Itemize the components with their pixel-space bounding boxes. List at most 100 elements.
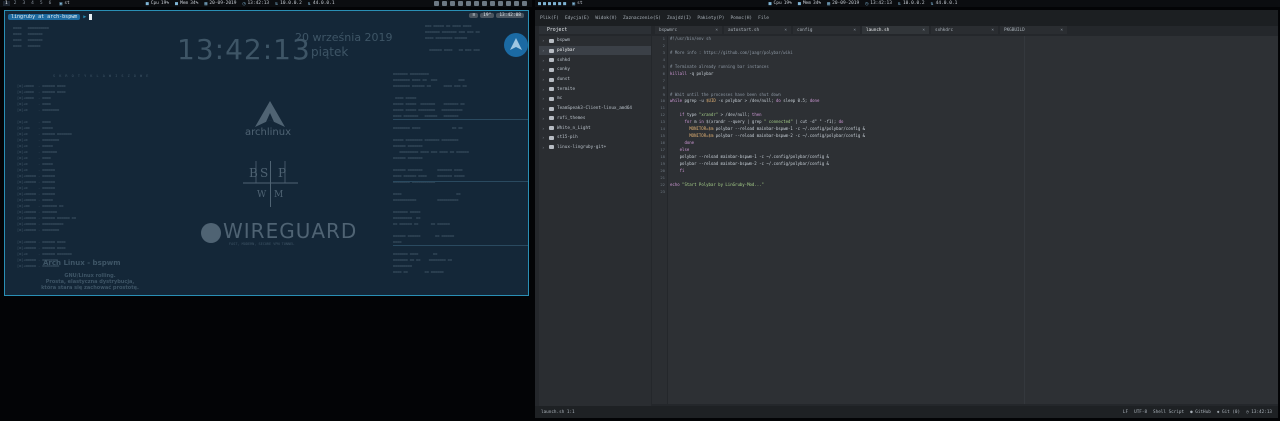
workspace-5[interactable]: 5: [38, 1, 45, 6]
editor-tab[interactable]: PKGBUILD ×: [1000, 26, 1067, 34]
code-token: for: [684, 119, 692, 125]
tree-item[interactable]: › st15-pih: [539, 133, 651, 143]
tray-icon[interactable]: [498, 1, 503, 6]
chevron-right-icon[interactable]: ›: [542, 58, 546, 63]
chevron-right-icon[interactable]: ›: [542, 116, 546, 121]
menu-edit[interactable]: Edycja(E): [564, 16, 590, 21]
tray-icon[interactable]: [466, 1, 471, 6]
close-icon[interactable]: ×: [1060, 28, 1063, 33]
menu-file[interactable]: Plik(F): [539, 16, 560, 21]
tree-item[interactable]: › conky: [539, 65, 651, 75]
chevron-right-icon[interactable]: ›: [542, 48, 546, 53]
editor-tab[interactable]: launch.sh ×: [862, 26, 929, 34]
workspace-4[interactable]: 4: [29, 1, 36, 6]
code-token: $UID: [706, 98, 716, 104]
tree-item[interactable]: › sxhkd: [539, 55, 651, 65]
tray-icon[interactable]: [514, 1, 519, 6]
line-number: 11: [660, 105, 665, 111]
code-line: polybar --reload mainbar-bspwm-2 -c ~/.c…: [668, 161, 1278, 168]
status-encoding[interactable]: UTF-8: [1134, 410, 1147, 415]
workspace-icon[interactable]: ■: [563, 1, 566, 7]
chevron-right-icon[interactable]: ›: [542, 38, 546, 43]
tree-item[interactable]: › termite: [539, 84, 651, 94]
tray-icon[interactable]: [490, 1, 495, 6]
code-token: echo: [670, 181, 680, 187]
close-icon[interactable]: ×: [784, 28, 787, 33]
tree-item[interactable]: › rofi_themes: [539, 114, 651, 124]
editor-tab[interactable]: autostart.sh ×: [724, 26, 791, 34]
close-icon[interactable]: ×: [853, 28, 856, 33]
clock-icon: ◷: [242, 0, 246, 7]
workspace-1[interactable]: 1: [3, 1, 10, 6]
code-token: done: [684, 140, 695, 146]
menu-help[interactable]: Pomoc(H): [729, 16, 753, 21]
menu-view[interactable]: Widok(V): [594, 16, 618, 21]
cpu-label: Cpu: [773, 1, 782, 6]
chevron-right-icon[interactable]: ›: [542, 145, 546, 150]
vpn-icon: ⇅: [930, 0, 934, 7]
menu-find[interactable]: Znajdź(I): [666, 16, 692, 21]
workspace-icon[interactable]: ■: [553, 1, 556, 7]
editor-tab[interactable]: sxhkdrc ×: [931, 26, 998, 34]
chevron-right-icon[interactable]: ›: [542, 87, 546, 92]
status-file-position[interactable]: launch.sh 1:1: [541, 410, 575, 415]
tray-icon[interactable]: [458, 1, 463, 6]
network-icon: ⇅: [275, 0, 279, 7]
status-line-ending[interactable]: LF: [1123, 410, 1128, 415]
project-panel-tab[interactable]: Project: [539, 26, 651, 34]
close-icon[interactable]: ×: [991, 28, 994, 33]
tree-item[interactable]: › dunst: [539, 75, 651, 85]
tree-item[interactable]: › mc: [539, 94, 651, 104]
status-github[interactable]: ● GitHub: [1190, 410, 1211, 415]
menu-extra[interactable]: File: [757, 16, 770, 21]
tray-icon[interactable]: [434, 1, 439, 6]
code-area[interactable]: #!/usr/bin/env sh # More info : https://g…: [668, 36, 1278, 404]
line-number: 22: [660, 181, 665, 187]
tree-item[interactable]: › White_n_Light: [539, 123, 651, 133]
editor-tab[interactable]: config ×: [793, 26, 860, 34]
menu-selection[interactable]: Zaznaczenie(S): [622, 16, 662, 21]
status-git[interactable]: ◆ Git (0): [1217, 410, 1240, 415]
chevron-right-icon[interactable]: ›: [542, 77, 546, 82]
ip-vpn-value: 44.0.0.1: [312, 1, 335, 6]
chevron-right-icon[interactable]: ›: [542, 135, 546, 140]
tray-icon[interactable]: [506, 1, 511, 6]
workspace-icon[interactable]: ■: [538, 1, 541, 7]
workspace-6[interactable]: 6: [47, 1, 54, 6]
chevron-right-icon[interactable]: ›: [542, 126, 546, 131]
terminal-window[interactable]: lingruby at arch-bspwm ▶ ≡ 19° 13:42:08 …: [4, 10, 529, 296]
tree-item[interactable]: › polybar: [539, 45, 651, 56]
tray-icon[interactable]: [450, 1, 455, 6]
mem-module: ■ Mem 34%: [798, 1, 821, 7]
status-grammar[interactable]: Shell Script: [1153, 410, 1184, 415]
tray-icon[interactable]: [442, 1, 447, 6]
line-number: 2: [662, 42, 665, 48]
line-number: 21: [660, 174, 665, 180]
workspace-2[interactable]: 2: [12, 1, 19, 6]
project-tree: › bspwm › polybar › sxhkd › conky › dunst › termite…: [539, 36, 651, 416]
workspace-icon[interactable]: ■: [548, 1, 551, 7]
line-number: 12: [660, 112, 665, 118]
tree-item-label: bspwm: [557, 38, 570, 44]
divider: [393, 181, 528, 182]
close-icon[interactable]: ×: [715, 28, 718, 33]
workspace-3[interactable]: 3: [20, 1, 27, 6]
tree-item[interactable]: › bspwm: [539, 36, 651, 46]
menu-packages[interactable]: Pakiety(P): [696, 16, 725, 21]
chevron-right-icon[interactable]: ›: [542, 67, 546, 72]
code-token: pgrep -u: [682, 98, 707, 104]
tray-icon[interactable]: [482, 1, 487, 6]
chevron-right-icon[interactable]: ›: [542, 106, 546, 111]
chevron-right-icon[interactable]: ›: [542, 96, 546, 101]
tray-icon[interactable]: [474, 1, 479, 6]
close-icon[interactable]: ×: [922, 28, 925, 33]
tree-item[interactable]: › TeamSpeak3-Client-linux_amd64: [539, 104, 651, 114]
code-token: # More info : https://github.com/jaagr/p…: [670, 49, 793, 55]
workspace-icon[interactable]: ■: [558, 1, 561, 7]
tree-item[interactable]: › linux-lingruby-git+: [539, 143, 651, 153]
date-value: 20-09-2019: [209, 1, 237, 6]
editor-tab[interactable]: bspwmrc ×: [655, 26, 722, 34]
workspace-icon[interactable]: ■: [543, 1, 546, 7]
tray-icon[interactable]: [522, 1, 527, 6]
